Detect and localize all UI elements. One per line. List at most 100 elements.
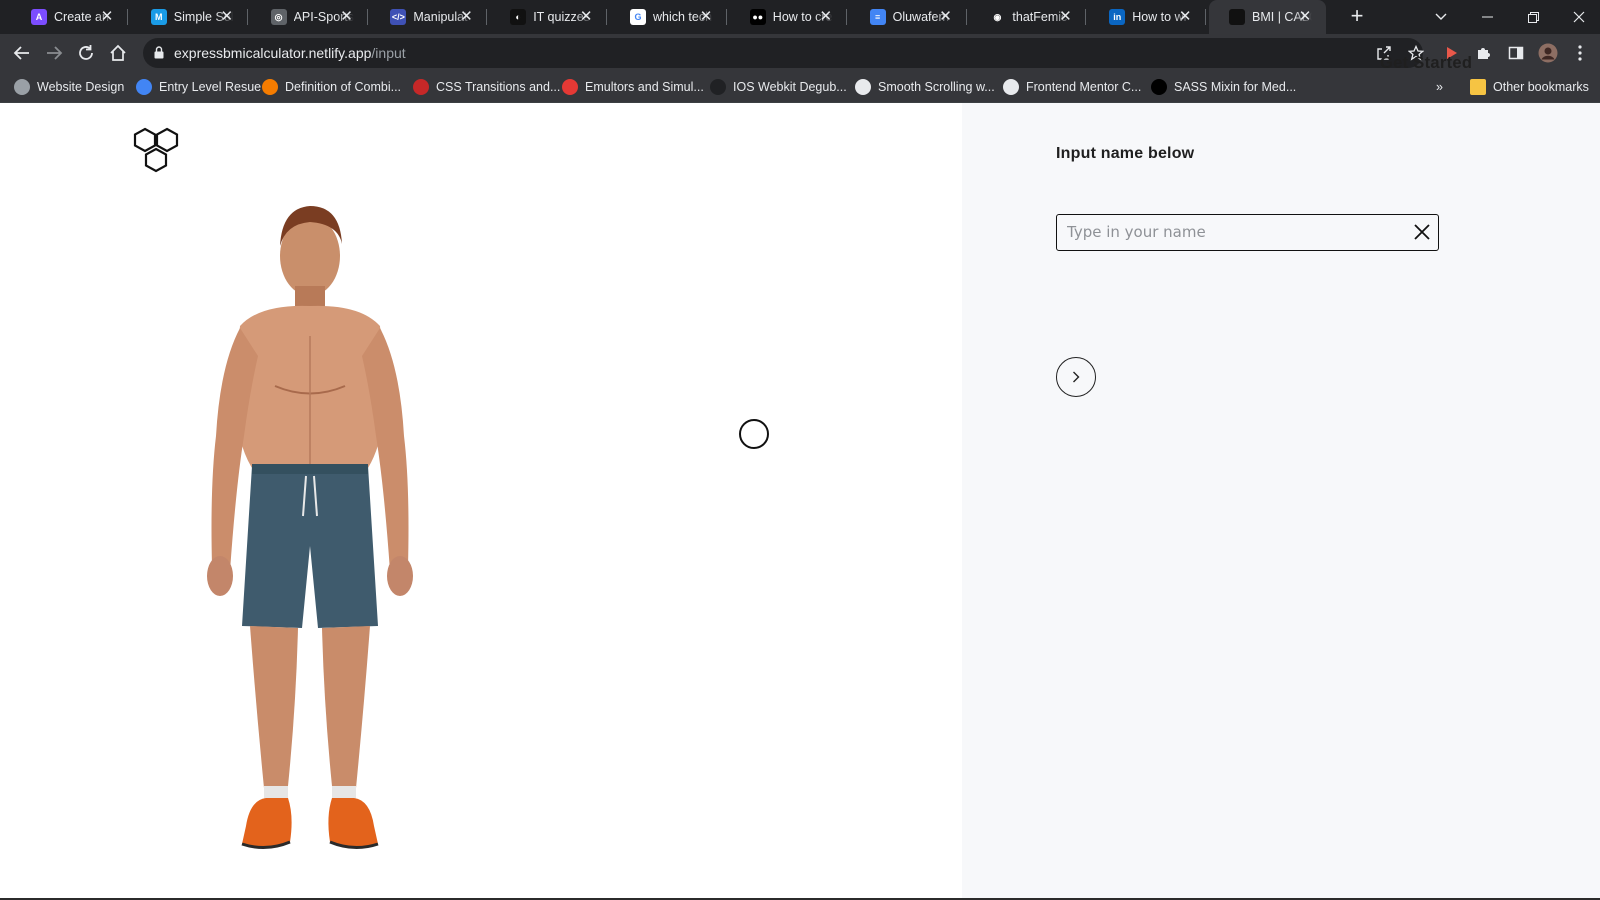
reload-icon[interactable]	[74, 41, 98, 65]
minimize-button[interactable]	[1464, 0, 1510, 34]
hero-pane	[0, 103, 962, 900]
next-button[interactable]	[1056, 357, 1096, 397]
linkedin-icon: in	[1109, 9, 1126, 25]
code-icon: </>	[390, 9, 407, 25]
tab-separator	[486, 9, 488, 25]
browser-toolbar: expressbmicalculator.netlify.app/input	[0, 34, 1600, 71]
bookmark-label: Emultors and Simul...	[585, 80, 704, 94]
bookmarks-overflow-button[interactable]: »	[1436, 78, 1443, 96]
bookmark-item[interactable]: SASS Mixin for Med...	[1151, 78, 1296, 96]
bookmark-label: SASS Mixin for Med...	[1174, 80, 1297, 94]
url-text: expressbmicalculator.netlify.app/input	[174, 45, 406, 61]
name-input[interactable]	[1067, 215, 1387, 249]
bookmark-label: Website Design	[37, 80, 125, 94]
tab-close-icon[interactable]: ✕	[1057, 9, 1073, 25]
side-panel-icon[interactable]	[1504, 41, 1528, 65]
bookmark-item[interactable]: Frontend Mentor C...	[1003, 78, 1141, 96]
back-arrow-icon[interactable]	[10, 41, 34, 65]
tab-close-icon[interactable]: ✕	[219, 9, 235, 25]
bookmarks-bar: Website Design Entry Level Resue Definitio…	[0, 71, 1600, 103]
bookmark-favicon-icon	[413, 79, 429, 95]
tab-separator	[366, 9, 368, 25]
bookmark-label: Entry Level Resue	[159, 80, 262, 94]
browser-tab[interactable]: ●● How to cre ✕	[730, 0, 847, 34]
bookmark-label: Definition of Combi...	[285, 80, 402, 94]
bookmark-item[interactable]: Website Design	[14, 78, 124, 96]
bookmark-item[interactable]: Definition of Combi...	[262, 78, 401, 96]
bookmark-item[interactable]: IOS Webkit Degub...	[710, 78, 847, 96]
profile-avatar-icon[interactable]	[1536, 41, 1560, 65]
home-icon[interactable]	[106, 41, 130, 65]
bookmark-favicon-icon	[710, 79, 726, 95]
browser-tab[interactable]: ◉ thatFemic ✕	[969, 0, 1087, 34]
bookmark-favicon-icon	[1003, 79, 1019, 95]
get-started-link[interactable]: Get Started	[1380, 54, 1472, 73]
bookmark-item[interactable]: Entry Level Resue	[136, 78, 261, 96]
tab-separator	[726, 9, 727, 25]
clear-input-close-icon[interactable]	[1413, 223, 1431, 241]
bookmark-label: IOS Webkit Degub...	[733, 80, 847, 94]
bookmark-item[interactable]: Emultors and Simul...	[562, 78, 704, 96]
browser-tab[interactable]: ◎ API-Sports ✕	[251, 0, 368, 34]
tab-separator	[1205, 9, 1207, 25]
bookmark-label: Smooth Scrolling w...	[878, 80, 995, 94]
fitness-man-illustration	[207, 206, 413, 849]
url-host: expressbmicalculator.netlify.app	[174, 45, 372, 61]
menu-kebab-icon[interactable]	[1568, 41, 1592, 65]
tab-separator	[246, 9, 248, 25]
restore-button[interactable]	[1510, 0, 1556, 34]
browser-tab[interactable]: A Create an ✕	[11, 0, 128, 34]
browser-tab[interactable]: BMI | CALC ✕	[1209, 0, 1326, 34]
tab-close-icon[interactable]: ✕	[818, 9, 834, 25]
bookmark-label: Frontend Mentor C...	[1026, 80, 1142, 94]
tab-search-icon[interactable]	[1418, 0, 1464, 34]
browser-tab-strip: A Create an ✕ M Simple Sol ✕ ◎ API-Sports ✕ </> Ma…	[0, 0, 1600, 34]
url-path: /input	[371, 45, 406, 61]
close-window-button[interactable]	[1556, 0, 1600, 34]
tab-close-icon[interactable]: ✕	[698, 9, 714, 25]
google-icon: G	[630, 9, 646, 25]
bookmark-item[interactable]: Smooth Scrolling w...	[855, 78, 995, 96]
tab-close-icon[interactable]: ✕	[339, 9, 355, 25]
tab-close-icon[interactable]: ✕	[938, 9, 954, 25]
browser-tab[interactable]: Gwhich tech ✕	[610, 0, 727, 34]
medium-icon: ●●	[749, 9, 766, 25]
loading-spinner-icon	[739, 419, 769, 449]
logo-hexagons-icon	[133, 127, 179, 173]
address-bar[interactable]: expressbmicalculator.netlify.app/input	[143, 38, 1424, 68]
name-input-label: Input name below	[1056, 145, 1195, 162]
quiz-icon: ◐	[510, 9, 527, 25]
tab-close-icon[interactable]: ✕	[99, 9, 115, 25]
browser-tab[interactable]: in How to wr ✕	[1089, 0, 1207, 34]
bookmark-item[interactable]: CSS Transitions and...	[413, 78, 560, 96]
tab-separator	[965, 9, 967, 25]
bookmark-favicon-icon	[14, 79, 30, 95]
tab-separator	[845, 9, 847, 25]
browser-tab[interactable]: ◐ IT quizzes ✕	[490, 0, 608, 34]
bookmark-favicon-icon	[855, 79, 871, 95]
site-icon	[1229, 9, 1245, 25]
other-bookmarks-label: Other bookmarks	[1493, 80, 1589, 94]
tab-close-icon[interactable]: ✕	[1177, 9, 1193, 25]
forward-arrow-icon[interactable]	[42, 41, 66, 65]
tab-close-icon[interactable]: ✕	[578, 9, 594, 25]
docs-icon: ≡	[869, 9, 886, 25]
bookmark-label: CSS Transitions and...	[436, 80, 561, 94]
overflow-icon: »	[1436, 80, 1443, 94]
name-field	[1056, 214, 1439, 251]
browser-tab[interactable]: ≡ Oluwafem ✕	[850, 0, 967, 34]
new-tab-button[interactable]: +	[1345, 5, 1369, 29]
tab-separator	[606, 9, 608, 25]
other-bookmarks-folder[interactable]: Other bookmarks	[1470, 78, 1589, 96]
github-icon: ◉	[989, 9, 1006, 25]
browser-tab[interactable]: M Simple Sol ✕	[131, 0, 248, 34]
extensions-puzzle-icon[interactable]	[1472, 41, 1496, 65]
bookmark-favicon-icon	[562, 79, 578, 95]
tab-separator	[127, 9, 128, 25]
folder-icon	[1470, 79, 1486, 95]
chevron-right-icon	[1073, 371, 1080, 383]
tab-separator	[1085, 9, 1087, 25]
tab-close-icon[interactable]: ✕	[458, 9, 474, 25]
browser-tab[interactable]: </> Manipulat ✕	[370, 0, 488, 34]
tab-close-icon[interactable]: ✕	[1297, 9, 1313, 25]
